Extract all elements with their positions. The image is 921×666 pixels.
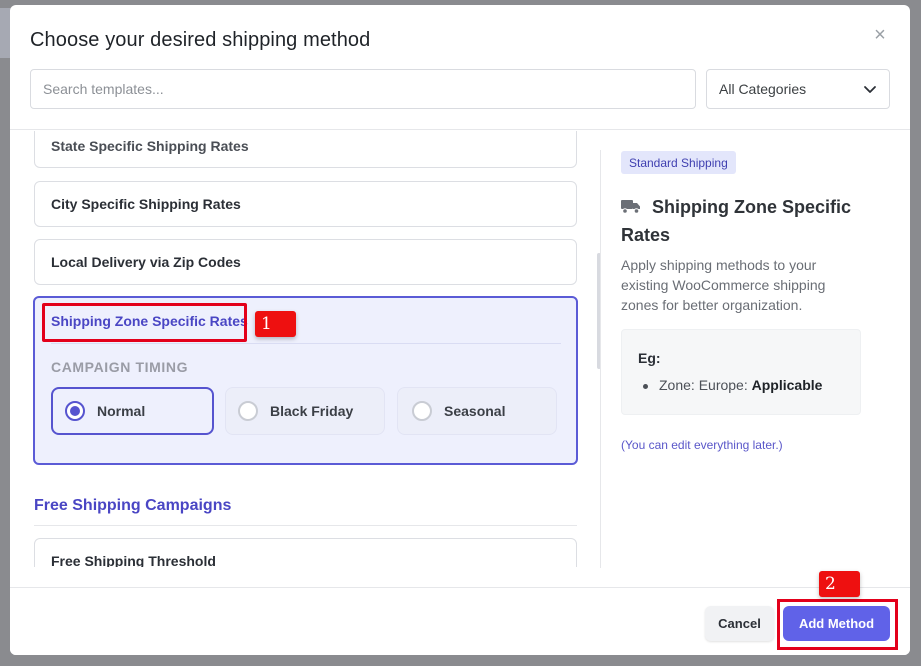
- category-tag: Standard Shipping: [621, 151, 736, 174]
- category-select-value: All Categories: [719, 81, 807, 97]
- radio-checked-icon[interactable]: [65, 401, 85, 421]
- list-item-label: City Specific Shipping Rates: [51, 196, 241, 212]
- list-item-label: Free Shipping Threshold: [51, 553, 216, 567]
- example-item: Zone: Europe: Applicable: [659, 377, 822, 393]
- bullet-icon: [643, 384, 648, 389]
- close-icon[interactable]: ×: [872, 25, 888, 45]
- chevron-down-icon: [864, 86, 876, 93]
- timing-option-label: Normal: [97, 403, 146, 419]
- cancel-button[interactable]: Cancel: [705, 606, 774, 641]
- example-item-prefix: Zone: Europe:: [659, 377, 748, 393]
- list-item-label: State Specific Shipping Rates: [51, 137, 249, 154]
- campaign-timing-label: CAMPAIGN TIMING: [51, 359, 189, 375]
- example-box: Eg: Zone: Europe: Applicable: [621, 329, 861, 415]
- modal-header: Choose your desired shipping method × Al…: [10, 5, 910, 130]
- search-input[interactable]: [30, 69, 696, 109]
- detail-title: Shipping Zone Specific Rates: [621, 197, 852, 245]
- annotation-badge-1: 1: [255, 311, 296, 337]
- detail-description: Apply shipping methods to your existing …: [621, 257, 826, 313]
- category-select[interactable]: All Categories: [706, 69, 890, 109]
- radio-unchecked-icon[interactable]: [238, 401, 258, 421]
- selected-item-zone-rates[interactable]: Shipping Zone Specific Rates 1 CAMPAIGN …: [33, 296, 578, 465]
- annotation-badge-2: 2: [819, 571, 860, 597]
- list-item[interactable]: State Specific Shipping Rates: [34, 131, 577, 168]
- list-item-free-threshold[interactable]: Free Shipping Threshold: [34, 538, 577, 567]
- divider: [51, 343, 561, 344]
- timing-option-black-friday[interactable]: Black Friday: [225, 387, 385, 435]
- shipping-method-modal: Choose your desired shipping method × Al…: [10, 5, 910, 655]
- timing-option-normal[interactable]: Normal: [51, 387, 214, 435]
- timing-option-label: Black Friday: [270, 403, 354, 419]
- list-item-label: Local Delivery via Zip Codes: [51, 254, 241, 270]
- radio-unchecked-icon[interactable]: [412, 401, 432, 421]
- modal-footer: Cancel Add Method 2: [10, 571, 910, 655]
- timing-option-label: Seasonal: [444, 403, 506, 419]
- example-item-value: Applicable: [751, 377, 823, 393]
- edit-note: (You can edit everything later.): [621, 438, 783, 452]
- example-label: Eg:: [638, 350, 661, 366]
- divider: [34, 525, 577, 526]
- list-item-city-rates[interactable]: City Specific Shipping Rates: [34, 181, 577, 227]
- section-heading-free-shipping: Free Shipping Campaigns: [34, 497, 232, 514]
- template-list[interactable]: State Specific Shipping Rates City Speci…: [10, 131, 600, 567]
- detail-pane: Standard Shipping Shipping Zone Specific…: [621, 151, 881, 571]
- modal-title: Choose your desired shipping method: [30, 29, 371, 51]
- list-item-local-delivery[interactable]: Local Delivery via Zip Codes: [34, 239, 577, 285]
- annotation-highlight-2: [777, 599, 898, 650]
- pane-divider: [600, 150, 601, 568]
- timing-option-seasonal[interactable]: Seasonal: [397, 387, 557, 435]
- annotation-highlight-1: [42, 303, 247, 342]
